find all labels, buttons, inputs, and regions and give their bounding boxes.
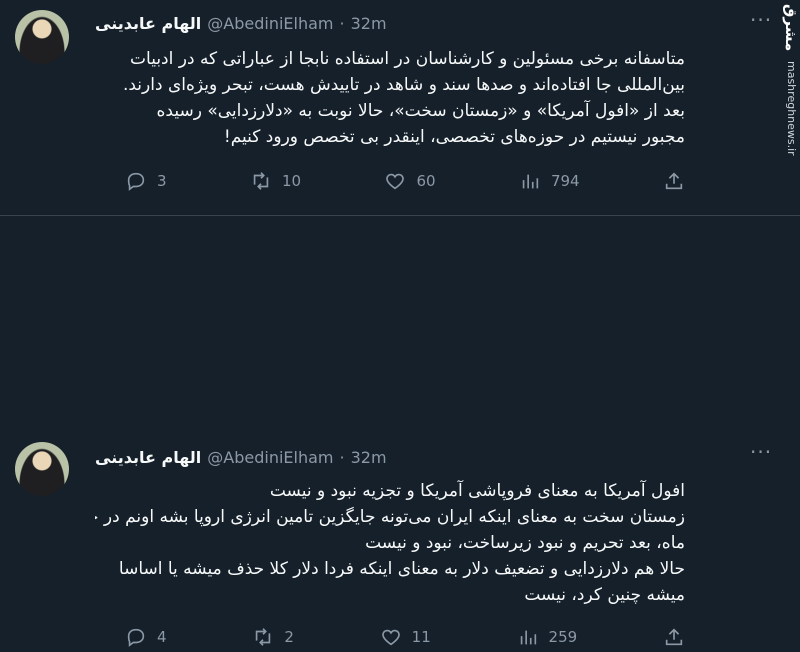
retweet-icon: [256, 628, 271, 646]
reply-count: 4: [157, 628, 167, 646]
tweet-line: افول آمریکا به معنای فروپاشی آمریکا و تج…: [269, 481, 685, 501]
action-bar: 3 10 60 794: [125, 166, 685, 196]
reply-icon: [127, 172, 145, 191]
views-count: 794: [550, 172, 580, 190]
like-icon: [381, 629, 400, 646]
tweet[interactable]: الهام عابدینی @AbediniElham · 32m ··· اف…: [0, 216, 800, 647]
avatar[interactable]: [15, 10, 69, 64]
tweet-line: ماه، بعد تحریم و نبود زیرساخت، نبود و نی…: [365, 533, 685, 553]
share-button[interactable]: [663, 626, 685, 648]
separator-dot: ·: [339, 13, 345, 33]
author-handle[interactable]: @AbediniElham: [207, 14, 333, 33]
like-button[interactable]: 60: [384, 170, 436, 192]
action-bar: 4 2 11 259: [125, 622, 685, 652]
views-icon: [522, 174, 539, 189]
reply-button[interactable]: 4: [125, 626, 167, 648]
separator-dot: ·: [339, 447, 345, 467]
author-name[interactable]: الهام عابدینی: [95, 14, 201, 33]
tweet-line: متاسفانه برخی مسئولین و کارشناسان در است…: [130, 49, 685, 69]
retweet-count: 2: [284, 628, 294, 646]
author-name[interactable]: الهام عابدینی: [95, 448, 201, 467]
views-count: 259: [548, 628, 578, 646]
reply-button[interactable]: 3: [125, 170, 167, 192]
like-count: 11: [411, 628, 431, 646]
views-button[interactable]: 794: [519, 170, 580, 192]
tweet-line: بین‌المللی جا افتاده‌اند و صدها سند و شا…: [122, 75, 685, 95]
watermark-site: mashreghnews.ir: [785, 61, 798, 156]
share-icon: [665, 628, 683, 646]
views-icon: [520, 630, 536, 645]
watermark-logo: مشرق: [782, 4, 800, 52]
timestamp[interactable]: 32m: [351, 14, 387, 33]
tweet-header: الهام عابدینی @AbediniElham · 32m: [95, 446, 387, 468]
tweet-line: حالا هم دلارزدایی و تضعیف دلار به معنای …: [118, 559, 685, 579]
avatar[interactable]: [15, 442, 69, 496]
tweet-text: متاسفانه برخی مسئولین و کارشناسان در است…: [95, 46, 685, 150]
tweet-text: افول آمریکا به معنای فروپاشی آمریکا و تج…: [95, 478, 685, 608]
author-handle[interactable]: @AbediniElham: [207, 448, 333, 467]
retweet-count: 10: [281, 172, 302, 190]
share-button[interactable]: [663, 170, 685, 192]
watermark: مشرق mashreghnews.ir: [762, 0, 800, 160]
reply-icon: [127, 628, 145, 647]
like-icon: [386, 173, 405, 190]
retweet-icon: [253, 172, 269, 190]
like-button[interactable]: 11: [380, 626, 431, 648]
tweet-header: الهام عابدینی @AbediniElham · 32m: [95, 12, 387, 34]
tweet-line: زمستان سخت به معنای اینکه ایران می‌تونه …: [95, 507, 685, 527]
like-count: 60: [416, 172, 436, 190]
views-button[interactable]: 259: [517, 626, 578, 648]
tweet-line: مجبور نیستیم در حوزه‌های تخصصی، اینقدر ب…: [223, 127, 685, 147]
tweet-line: بعد از «افول آمریکا» و «زمستان سخت»، حال…: [156, 101, 685, 121]
share-icon: [665, 172, 683, 190]
retweet-button[interactable]: 10: [250, 170, 301, 192]
reply-count: 3: [157, 172, 167, 190]
tweet[interactable]: الهام عابدینی @AbediniElham · 32m ··· مت…: [0, 0, 800, 215]
more-icon[interactable]: ···: [750, 440, 772, 464]
tweet-line: میشه چنین کرد، نیست: [524, 585, 685, 605]
timestamp[interactable]: 32m: [351, 448, 387, 467]
retweet-button[interactable]: 2: [252, 626, 294, 648]
